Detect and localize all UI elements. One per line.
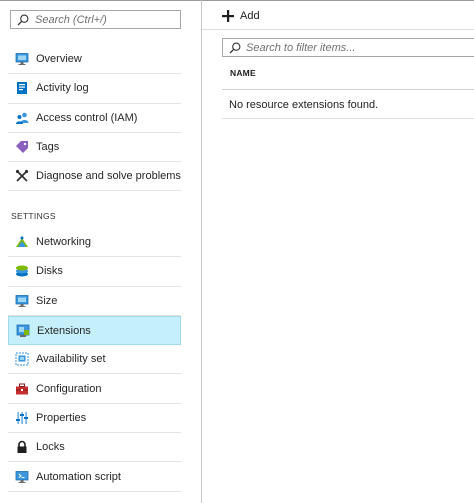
monitor-icon bbox=[15, 52, 29, 66]
sidebar: Overview Activity log Access control (IA… bbox=[0, 1, 201, 503]
sidebar-item-activity-log[interactable]: Activity log bbox=[8, 74, 181, 104]
sidebar-item-label: Tags bbox=[36, 141, 60, 154]
plus-icon bbox=[222, 10, 234, 22]
sidebar-item-disks[interactable]: Disks bbox=[8, 257, 181, 287]
table-header-divider bbox=[222, 89, 474, 90]
sidebar-item-properties[interactable]: Properties bbox=[8, 404, 181, 434]
tag-icon bbox=[15, 140, 29, 154]
search-icon bbox=[229, 42, 241, 53]
sidebar-item-label: Extensions bbox=[37, 324, 91, 337]
wrench-icon bbox=[15, 169, 29, 183]
column-header-name[interactable]: NAME bbox=[230, 68, 256, 78]
sidebar-item-label: Configuration bbox=[36, 382, 102, 395]
sidebar-item-label: Size bbox=[36, 294, 58, 307]
table-row-divider bbox=[222, 118, 474, 119]
sidebar-item-label: Properties bbox=[36, 411, 87, 424]
extensions-icon bbox=[16, 324, 30, 338]
network-icon bbox=[15, 235, 29, 249]
sidebar-item-overview[interactable]: Overview bbox=[8, 45, 181, 75]
availability-set-icon bbox=[15, 352, 29, 366]
sliders-icon bbox=[15, 411, 29, 425]
add-button-label: Add bbox=[240, 10, 260, 22]
sidebar-item-label: Networking bbox=[36, 236, 92, 249]
sidebar-item-label: Overview bbox=[36, 53, 82, 66]
sidebar-item-label: Diagnose and solve problems bbox=[36, 170, 181, 183]
sidebar-item-label: Locks bbox=[36, 441, 65, 454]
add-button[interactable]: Add bbox=[222, 9, 260, 23]
sidebar-item-label: Activity log bbox=[36, 82, 89, 95]
lock-icon bbox=[15, 440, 29, 454]
nav-list-settings: Networking Disks Size Extensions Availab… bbox=[8, 228, 181, 492]
sidebar-item-automation-script[interactable]: Automation script bbox=[8, 462, 181, 492]
filter-search-box[interactable] bbox=[222, 38, 474, 57]
sidebar-item-locks[interactable]: Locks bbox=[8, 433, 181, 463]
sidebar-search-input[interactable] bbox=[35, 13, 175, 26]
nav-list-top: Overview Activity log Access control (IA… bbox=[8, 45, 181, 192]
sidebar-item-availability-set[interactable]: Availability set bbox=[8, 345, 181, 375]
sidebar-search-box[interactable] bbox=[10, 10, 181, 29]
search-icon bbox=[17, 14, 29, 25]
filter-search-input[interactable] bbox=[246, 41, 466, 54]
sidebar-item-extensions[interactable]: Extensions bbox=[8, 315, 181, 346]
empty-state-message: No resource extensions found. bbox=[229, 99, 379, 111]
activity-log-icon bbox=[15, 81, 29, 95]
sidebar-item-label: Automation script bbox=[36, 470, 121, 483]
sidebar-item-access-control[interactable]: Access control (IAM) bbox=[8, 104, 181, 133]
monitor-icon bbox=[15, 294, 29, 308]
disks-icon bbox=[15, 264, 29, 278]
main-content: Add NAME No resource extensions found. bbox=[202, 1, 474, 503]
sidebar-item-label: Disks bbox=[36, 265, 63, 278]
toolbox-icon bbox=[15, 382, 29, 396]
section-header-settings: SETTINGS bbox=[11, 211, 56, 221]
sidebar-item-configuration[interactable]: Configuration bbox=[8, 374, 181, 404]
sidebar-item-networking[interactable]: Networking bbox=[8, 228, 181, 258]
sidebar-item-label: Access control (IAM) bbox=[36, 111, 138, 124]
sidebar-item-label: Availability set bbox=[36, 353, 106, 366]
users-icon bbox=[15, 111, 29, 125]
sidebar-item-tags[interactable]: Tags bbox=[8, 133, 181, 163]
sidebar-item-size[interactable]: Size bbox=[8, 287, 181, 316]
sidebar-item-diagnose[interactable]: Diagnose and solve problems bbox=[8, 162, 181, 192]
automation-icon bbox=[15, 470, 29, 484]
toolbar-divider bbox=[202, 29, 474, 30]
